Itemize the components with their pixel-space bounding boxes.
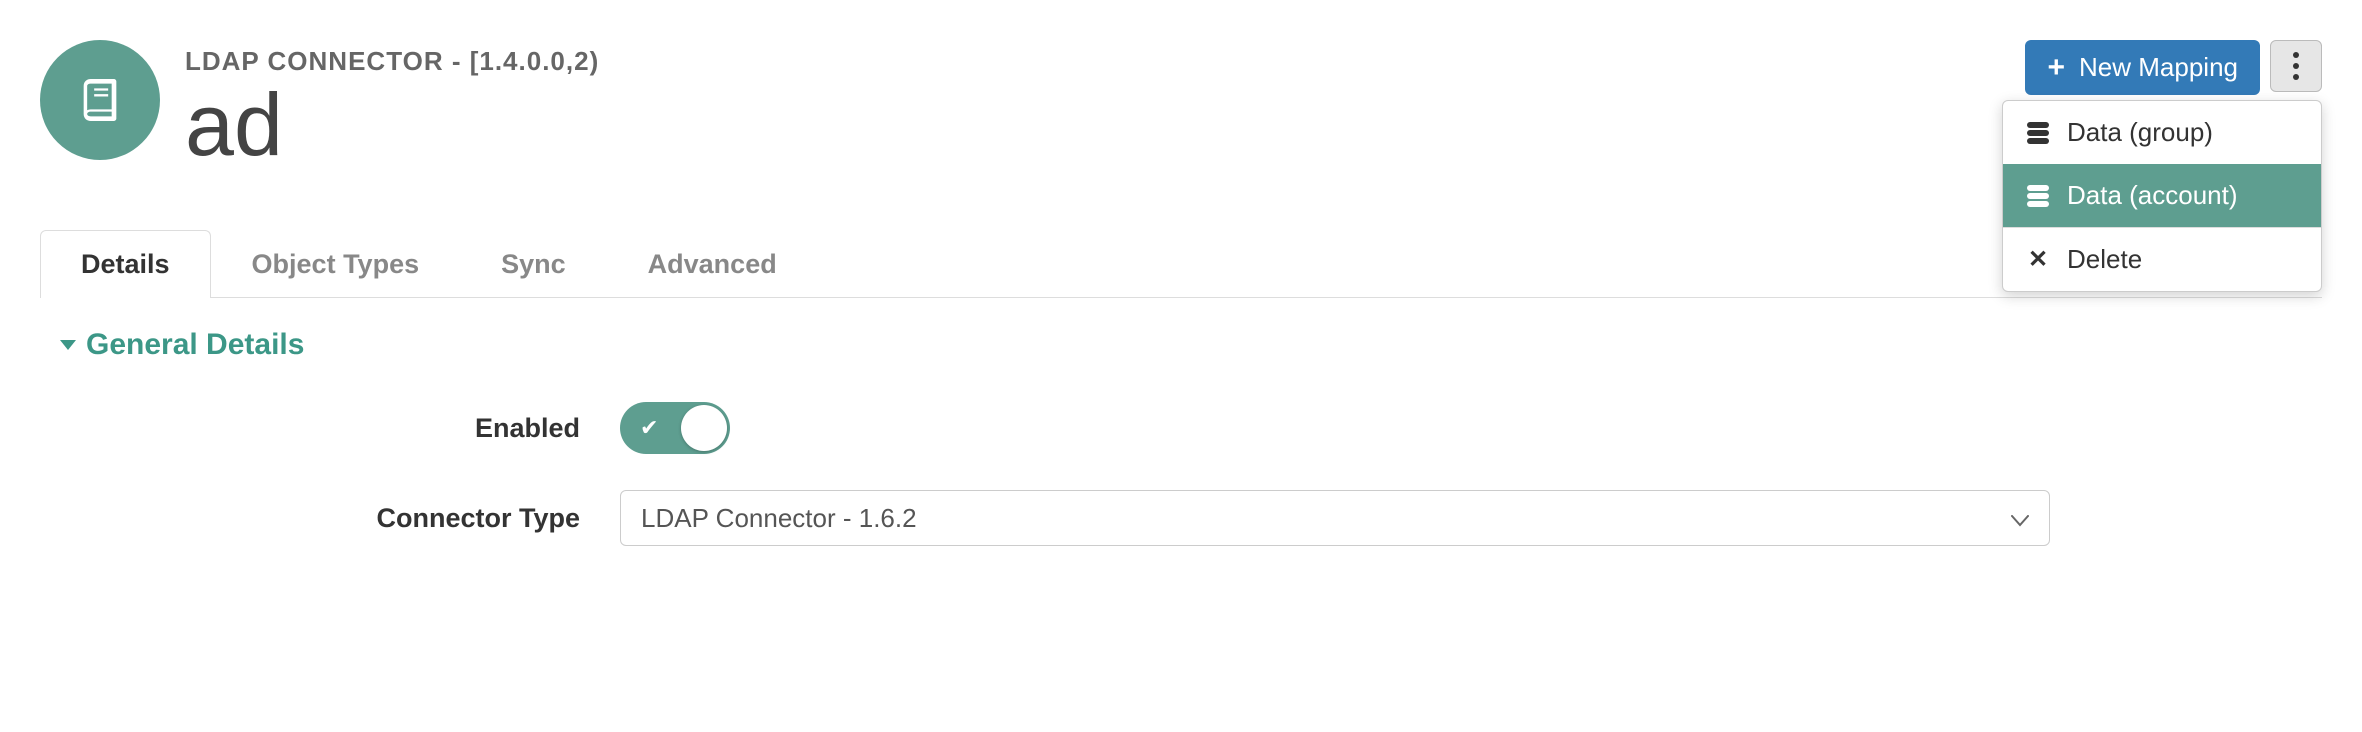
database-icon — [2027, 185, 2049, 207]
database-icon — [2027, 122, 2049, 144]
new-mapping-button[interactable]: + New Mapping — [2025, 40, 2260, 95]
enabled-toggle[interactable]: ✔ — [620, 402, 730, 454]
menu-item-label: Delete — [2067, 244, 2142, 275]
tab-sync[interactable]: Sync — [460, 230, 607, 298]
close-icon: ✕ — [2027, 245, 2049, 274]
check-icon: ✔ — [640, 415, 658, 441]
menu-item-data-group[interactable]: Data (group) — [2003, 101, 2321, 164]
section-general-details[interactable]: General Details — [60, 328, 2302, 362]
section-title: General Details — [86, 328, 304, 362]
tabs: Details Object Types Sync Advanced — [40, 229, 2322, 298]
caret-down-icon — [60, 340, 76, 350]
connector-title: ad — [185, 81, 599, 169]
plus-icon: + — [2047, 53, 2065, 83]
connector-icon — [40, 40, 160, 160]
menu-item-label: Data (account) — [2067, 180, 2238, 211]
tab-details[interactable]: Details — [40, 230, 211, 298]
new-mapping-label: New Mapping — [2079, 52, 2238, 83]
menu-item-data-account[interactable]: Data (account) — [2003, 164, 2321, 227]
more-actions-button[interactable] — [2270, 40, 2322, 92]
vertical-dots-icon — [2293, 52, 2299, 80]
tab-advanced[interactable]: Advanced — [607, 230, 818, 298]
connector-type-select[interactable]: LDAP Connector - 1.6.2 — [620, 490, 2050, 546]
menu-item-label: Data (group) — [2067, 117, 2213, 148]
connector-type-value: LDAP Connector - 1.6.2 — [641, 503, 917, 534]
tab-object-types[interactable]: Object Types — [211, 230, 461, 298]
book-icon — [72, 72, 128, 128]
more-actions-menu: Data (group) Data (account) ✕ Delete — [2002, 100, 2322, 292]
chevron-down-icon — [2011, 503, 2029, 534]
connector-subtitle: LDAP CONNECTOR - [1.4.0.0,2) — [185, 46, 599, 77]
enabled-label: Enabled — [60, 413, 620, 444]
connector-type-label: Connector Type — [60, 503, 620, 534]
toggle-knob — [681, 405, 727, 451]
menu-item-delete[interactable]: ✕ Delete — [2003, 228, 2321, 291]
